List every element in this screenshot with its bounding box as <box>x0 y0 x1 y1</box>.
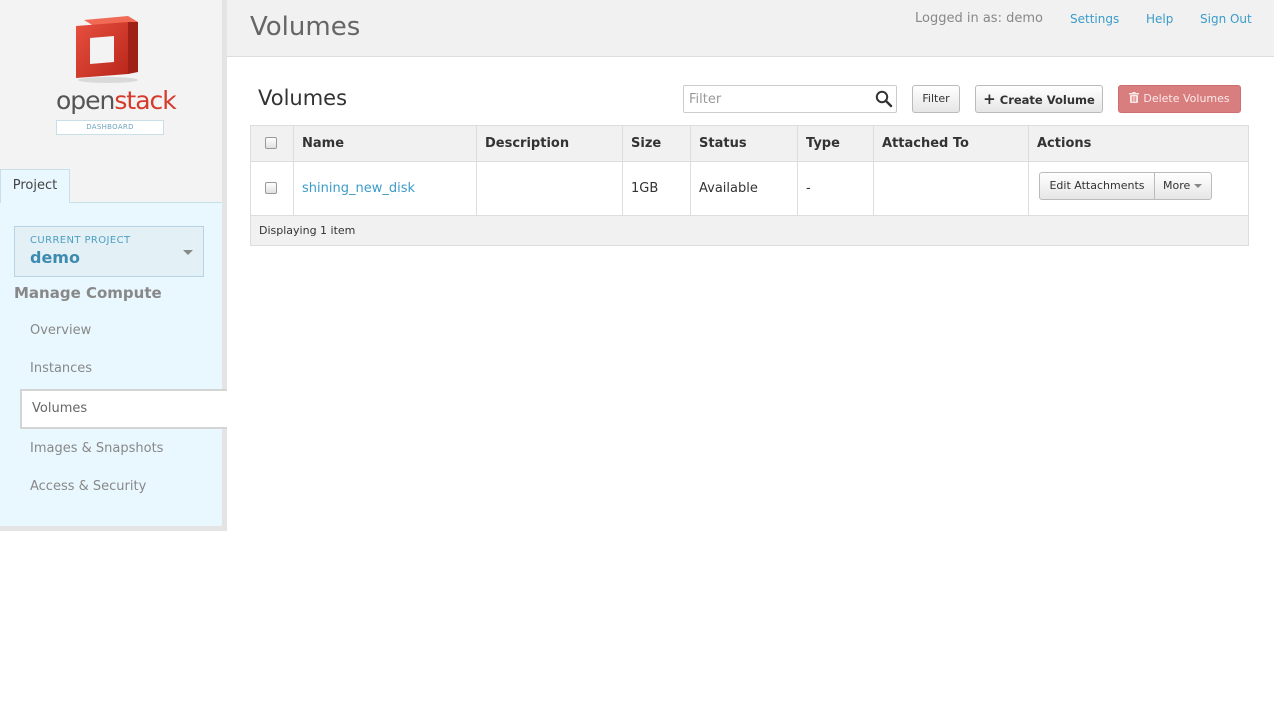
sign-out-link[interactable]: Sign Out <box>1200 12 1252 26</box>
chevron-down-icon <box>1194 184 1202 188</box>
more-actions-label: More <box>1163 179 1191 192</box>
logged-in-label: Logged in as: demo <box>915 11 1043 26</box>
openstack-logo[interactable]: openstack DASHBOARD <box>56 14 177 136</box>
edit-attachments-button[interactable]: Edit Attachments <box>1039 172 1155 200</box>
table-row: shining_new_disk 1GB Available - Edit At… <box>251 162 1248 216</box>
delete-volumes-button[interactable]: Delete Volumes <box>1118 85 1241 113</box>
logo-word-open: open <box>56 86 115 115</box>
select-all-checkbox[interactable] <box>265 137 277 149</box>
openstack-cube-icon <box>76 16 138 83</box>
volume-name-link[interactable]: shining_new_disk <box>302 181 415 196</box>
search-icon[interactable] <box>875 90 893 108</box>
delete-volumes-label: Delete Volumes <box>1143 92 1230 105</box>
column-header-size[interactable]: Size <box>622 126 690 162</box>
logo-word-stack: stack <box>114 86 176 115</box>
current-project-value: demo <box>30 248 80 267</box>
sidebar-item-instances[interactable]: Instances <box>30 361 92 376</box>
row-checkbox-cell <box>251 162 293 215</box>
cell-status: Available <box>690 162 797 215</box>
column-header-status[interactable]: Status <box>690 126 797 162</box>
chevron-down-icon <box>183 250 193 255</box>
current-project-caption: CURRENT PROJECT <box>30 235 131 246</box>
table-footer: Displaying 1 item <box>251 216 1248 245</box>
volumes-table: Name Description Size Status Type Attach… <box>250 125 1249 246</box>
column-header-name[interactable]: Name <box>293 126 476 162</box>
table-header: Name Description Size Status Type Attach… <box>251 126 1248 162</box>
tab-project[interactable]: Project <box>0 169 70 203</box>
column-header-actions: Actions <box>1028 126 1248 162</box>
top-bar: Volumes Logged in as: demo Settings Help… <box>227 0 1274 57</box>
logo-wordmark: openstack <box>56 86 177 116</box>
filter-button[interactable]: Filter <box>912 85 960 113</box>
logo-subtitle: DASHBOARD <box>56 120 164 135</box>
plus-icon: + <box>983 90 996 108</box>
cell-size: 1GB <box>622 162 690 215</box>
column-header-attached-to[interactable]: Attached To <box>873 126 1028 162</box>
sidebar-item-access-security[interactable]: Access & Security <box>30 479 146 494</box>
help-link[interactable]: Help <box>1146 12 1173 26</box>
cell-actions: Edit Attachments More <box>1028 162 1248 215</box>
trash-icon <box>1129 92 1140 103</box>
create-volume-label: Create Volume <box>999 93 1095 107</box>
sidebar-item-images-snapshots[interactable]: Images & Snapshots <box>30 441 163 456</box>
cell-type: - <box>797 162 873 215</box>
column-header-description[interactable]: Description <box>476 126 622 162</box>
row-checkbox[interactable] <box>265 182 277 194</box>
cell-name: shining_new_disk <box>293 162 476 215</box>
sidebar-item-volumes[interactable]: Volumes <box>20 389 227 429</box>
cell-description <box>476 162 622 215</box>
cell-attached-to <box>873 162 1028 215</box>
filter-box <box>683 85 897 113</box>
sidebar-item-overview[interactable]: Overview <box>30 323 91 338</box>
column-header-type[interactable]: Type <box>797 126 873 162</box>
filter-input[interactable] <box>684 86 874 112</box>
settings-link[interactable]: Settings <box>1070 12 1119 26</box>
section-title: Volumes <box>258 86 348 110</box>
current-project-select[interactable]: CURRENT PROJECT demo <box>14 226 204 277</box>
create-volume-button[interactable]: + Create Volume <box>975 85 1103 113</box>
page-title: Volumes <box>250 12 361 42</box>
header-checkbox-cell <box>251 126 293 162</box>
more-actions-button[interactable]: More <box>1154 172 1212 200</box>
sidebar-heading: Manage Compute <box>14 284 162 302</box>
